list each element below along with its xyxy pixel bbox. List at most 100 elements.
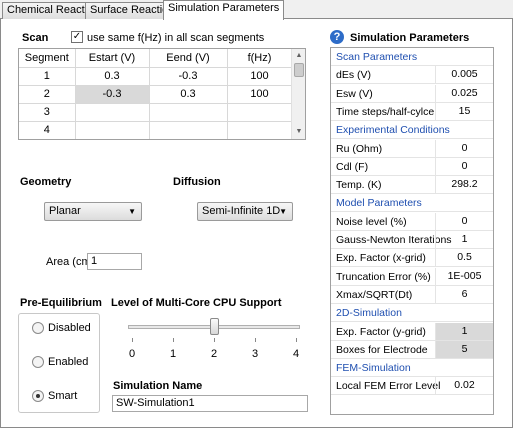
slider-tick	[132, 338, 133, 342]
table-row: 4	[19, 121, 293, 139]
radio-disabled-label[interactable]: Disabled	[48, 322, 91, 334]
param-name: Boxes for Electrode	[336, 343, 428, 356]
param-row[interactable]: Xmax/SQRT(Dt) 6	[331, 285, 493, 304]
simulation-name-input[interactable]: SW-Simulation1	[112, 395, 308, 412]
question-circle-icon[interactable]: ?	[330, 30, 344, 44]
section-header-label: FEM-Simulation	[336, 362, 411, 375]
slider-tick	[214, 338, 215, 342]
scroll-down-arrow-icon[interactable]: ▼	[294, 127, 304, 137]
sim-params-table: Scan Parameters dEs (V) 0.005 Esw (V) 0.025 T…	[330, 47, 494, 415]
param-section-header: 2D-Simulation	[331, 304, 493, 323]
slider-tick	[296, 338, 297, 342]
diffusion-select[interactable]: Semi-Infinite 1D ▼	[197, 202, 293, 221]
scan-table-scrollbar[interactable]: ▲ ▼	[291, 49, 305, 139]
radio-enabled-label[interactable]: Enabled	[48, 356, 88, 368]
param-value[interactable]: 0.02	[435, 377, 493, 395]
param-name: Esw (V)	[336, 87, 373, 100]
same-f-label: use same f(Hz) in all scan segments	[87, 32, 265, 44]
param-value[interactable]: 1E-005	[435, 267, 493, 285]
segment-cell: 3	[19, 103, 76, 122]
param-section-header: Scan Parameters	[331, 48, 493, 66]
slider-tick-label: 4	[293, 348, 300, 360]
column-header[interactable]: Estart (V)	[75, 49, 150, 68]
chevron-down-icon: ▼	[279, 207, 287, 216]
radio-smart[interactable]	[32, 390, 44, 402]
slider-tick-label: 1	[170, 348, 177, 360]
param-value[interactable]: 0.025	[435, 84, 493, 102]
same-f-checkbox[interactable]: ✓	[71, 31, 83, 43]
estart-cell[interactable]	[75, 103, 150, 122]
f-cell[interactable]	[227, 121, 293, 139]
param-row[interactable]: Ru (Ohm) 0	[331, 139, 493, 158]
geometry-select[interactable]: Planar ▼	[44, 202, 142, 221]
param-value[interactable]: 0	[435, 212, 493, 230]
eend-cell[interactable]	[149, 121, 228, 139]
param-row[interactable]: dEs (V) 0.005	[331, 66, 493, 85]
scan-title: Scan	[22, 32, 49, 44]
param-row[interactable]: Exp. Factor (x-grid) 0.5	[331, 249, 493, 268]
eend-cell[interactable]: 0.3	[149, 85, 228, 104]
scrollbar-thumb[interactable]	[294, 63, 304, 77]
param-name: Exp. Factor (y-grid)	[336, 325, 426, 338]
param-row[interactable]: Noise level (%) 0	[331, 212, 493, 231]
scan-table-header: Segment Estart (V) Eend (V) f(Hz)	[19, 49, 293, 68]
scan-table: Segment Estart (V) Eend (V) f(Hz) 1 0.3 …	[18, 48, 306, 140]
param-name: Ru (Ohm)	[336, 142, 383, 155]
param-row[interactable]: Truncation Error (%) 1E-005	[331, 267, 493, 286]
chevron-down-icon: ▼	[128, 207, 136, 216]
radio-disabled[interactable]	[32, 322, 44, 334]
param-value[interactable]: 15	[435, 102, 493, 120]
column-header[interactable]: Eend (V)	[149, 49, 228, 68]
segment-cell: 4	[19, 121, 76, 139]
cpu-slider-thumb[interactable]	[210, 318, 219, 335]
param-section-header: Experimental Conditions	[331, 121, 493, 140]
estart-cell[interactable]: 0.3	[75, 67, 150, 86]
table-row: 3	[19, 103, 293, 122]
diffusion-select-value: Semi-Infinite 1D	[202, 205, 281, 217]
column-header[interactable]: f(Hz)	[227, 49, 293, 68]
radio-enabled[interactable]	[32, 356, 44, 368]
eend-cell[interactable]	[149, 103, 228, 122]
param-value[interactable]: 298.2	[435, 176, 493, 194]
tab-bar: Chemical Reactions Surface Reactions Sim…	[0, 0, 513, 20]
column-header[interactable]: Segment	[19, 49, 76, 68]
diffusion-title: Diffusion	[173, 176, 221, 188]
eend-cell[interactable]: -0.3	[149, 67, 228, 86]
f-cell[interactable]: 100	[227, 85, 293, 104]
param-row[interactable]: Local FEM Error Level 0.02	[331, 377, 493, 396]
param-row[interactable]: Time steps/half-cylce 15	[331, 102, 493, 121]
param-value[interactable]: 1	[435, 322, 493, 340]
param-value[interactable]: 1	[435, 231, 493, 248]
param-value[interactable]: 5	[435, 340, 493, 358]
estart-cell[interactable]	[75, 121, 150, 139]
table-row: 2 -0.3 0.3 100	[19, 85, 293, 104]
param-row[interactable]: Boxes for Electrode 5	[331, 340, 493, 359]
param-name: Time steps/half-cylce	[336, 105, 435, 118]
param-value[interactable]: 6	[435, 285, 493, 303]
radio-smart-label[interactable]: Smart	[48, 390, 77, 402]
pre-equilibrium-title: Pre-Equilibrium	[20, 297, 102, 309]
param-row[interactable]: Cdl (F) 0	[331, 157, 493, 176]
param-row[interactable]: Exp. Factor (y-grid) 1	[331, 322, 493, 341]
slider-tick	[255, 338, 256, 342]
estart-cell[interactable]: -0.3	[75, 85, 150, 104]
param-name: Temp. (K)	[336, 179, 382, 192]
section-header-label: Model Parameters	[336, 197, 422, 210]
param-value[interactable]: 0	[435, 157, 493, 175]
param-value[interactable]: 0.005	[435, 66, 493, 84]
scroll-up-arrow-icon[interactable]: ▲	[294, 51, 304, 61]
param-row[interactable]: Temp. (K) 298.2	[331, 176, 493, 195]
param-value[interactable]: 0	[435, 139, 493, 157]
param-row[interactable]: Gauss-Newton Iterations 1	[331, 231, 493, 249]
param-name: Local FEM Error Level	[336, 380, 441, 393]
f-cell[interactable]	[227, 103, 293, 122]
slider-tick-label: 3	[252, 348, 259, 360]
tab-simulation-parameters[interactable]: Simulation Parameters	[163, 0, 285, 20]
section-header-label: Experimental Conditions	[336, 124, 450, 137]
param-value[interactable]: 0.5	[435, 249, 493, 267]
param-row[interactable]: Esw (V) 0.025	[331, 84, 493, 103]
sim-params-title: Simulation Parameters	[350, 32, 470, 44]
f-cell[interactable]: 100	[227, 67, 293, 86]
area-input[interactable]: 1	[87, 253, 142, 270]
param-section-header: FEM-Simulation	[331, 359, 493, 378]
